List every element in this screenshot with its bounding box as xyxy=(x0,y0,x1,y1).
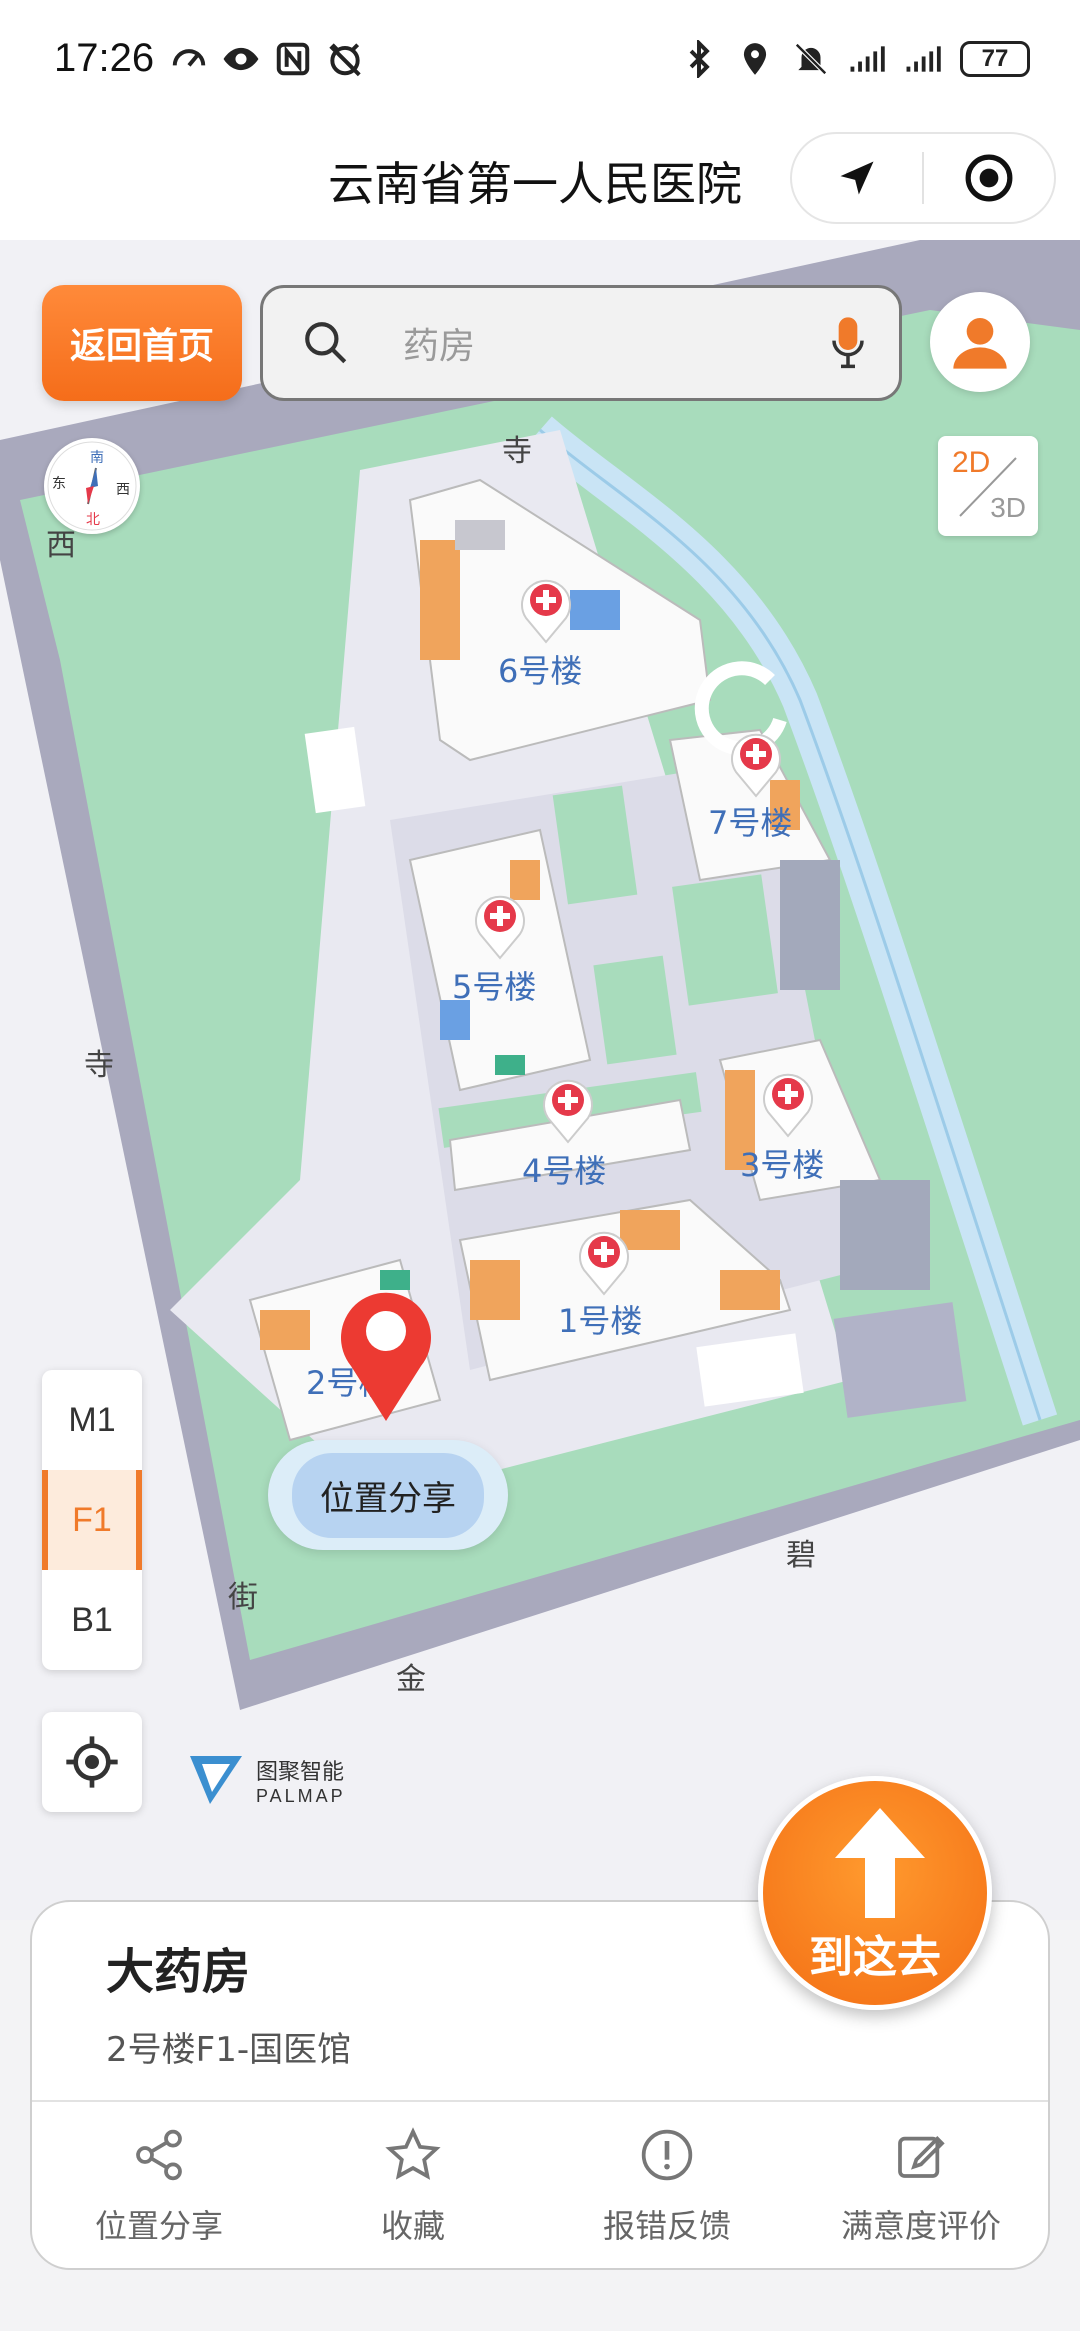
status-bar: 17:26 77 xyxy=(0,0,1080,120)
floor-item-m1[interactable]: M1 xyxy=(42,1370,142,1470)
navigate-button[interactable] xyxy=(792,134,922,222)
road-label: 街 xyxy=(228,1580,258,1615)
speedometer-icon xyxy=(172,49,206,67)
alarm-off-icon xyxy=(329,43,361,77)
title-bar: 云南省第一人民医院 xyxy=(0,120,1080,240)
compass-e: 西 xyxy=(116,482,130,498)
signal-icon xyxy=(850,46,885,72)
my-location-button[interactable] xyxy=(42,1712,142,1812)
signal-icon-2 xyxy=(906,46,941,72)
location-share-bubble[interactable]: 位置分享 xyxy=(268,1440,508,1550)
poi-subtitle: 2号楼F1-国医馆 xyxy=(106,2030,352,2070)
eye-icon xyxy=(223,47,259,71)
up-arrow-icon xyxy=(835,1808,925,1918)
battery-indicator: 77 xyxy=(960,41,1030,77)
building-label-7[interactable]: 7号楼 xyxy=(708,798,792,844)
road-label: 碧 xyxy=(786,1538,816,1573)
bluetooth-icon xyxy=(689,40,710,78)
satisfaction-rating-label: 满意度评价 xyxy=(840,2207,1001,2245)
palmap-logo: 图聚智能 PALMAP xyxy=(186,1752,346,1808)
microphone-icon[interactable] xyxy=(831,315,865,371)
road-label: 寺 xyxy=(84,1048,114,1083)
compass-w: 东 xyxy=(52,476,66,492)
building-label-6[interactable]: 6号楼 xyxy=(498,646,582,692)
page-title: 云南省第一人民医院 xyxy=(328,157,742,211)
favorite-label: 收藏 xyxy=(380,2207,445,2245)
building-label-3[interactable]: 3号楼 xyxy=(740,1140,824,1186)
crosshair-icon xyxy=(66,1736,118,1788)
floor-selector: M1 F1 B1 xyxy=(42,1370,142,1670)
search-icon xyxy=(305,322,347,364)
satisfaction-rating-action[interactable]: 满意度评价 xyxy=(794,2102,1048,2268)
mute-bell-icon xyxy=(795,43,827,75)
mini-program-capsule xyxy=(790,132,1056,224)
edit-icon xyxy=(898,2136,945,2178)
go-there-label: 到这去 xyxy=(809,1932,941,1983)
user-icon xyxy=(953,318,1007,369)
compass-s: 北 xyxy=(86,512,100,528)
nfc-icon xyxy=(276,42,310,76)
palmap-logo-icon xyxy=(190,1756,242,1804)
status-icons-right: 77 xyxy=(680,40,1030,78)
brand-cn: 图聚智能 xyxy=(256,1759,345,1785)
compass-icon: 南 北 西 东 xyxy=(47,441,137,531)
back-home-button[interactable]: 返回首页 xyxy=(42,285,242,401)
close-mini-program-button[interactable] xyxy=(924,134,1054,222)
go-there-button[interactable]: 到这去 xyxy=(758,1776,992,2010)
location-icon xyxy=(743,43,767,75)
road-label: 金 xyxy=(396,1662,426,1697)
hospital-pin-icon[interactable] xyxy=(518,574,574,644)
poi-actions: 位置分享 收藏 报错反馈 满意度评价 xyxy=(32,2100,1048,2268)
share-icon xyxy=(136,2129,182,2181)
building-label-1[interactable]: 1号楼 xyxy=(558,1296,642,1342)
user-avatar-button[interactable] xyxy=(930,292,1030,392)
floor-item-f1[interactable]: F1 xyxy=(42,1470,142,1570)
location-share-bubble-label: 位置分享 xyxy=(292,1452,484,1538)
search-placeholder: 药房 xyxy=(403,326,476,367)
building-label-4[interactable]: 4号楼 xyxy=(522,1146,606,1192)
navigation-arrow-icon xyxy=(840,161,874,195)
compass-n: 南 xyxy=(90,450,104,466)
status-icons-left xyxy=(170,40,364,78)
selected-location-pin-icon[interactable] xyxy=(336,1286,436,1426)
floor-item-b1[interactable]: B1 xyxy=(42,1570,142,1670)
hospital-pin-icon[interactable] xyxy=(472,890,528,960)
report-error-label: 报错反馈 xyxy=(602,2207,731,2245)
road-label: 寺 xyxy=(502,434,532,469)
brand-en: PALMAP xyxy=(256,1785,346,1806)
hospital-pin-icon[interactable] xyxy=(728,728,784,798)
share-location-action[interactable]: 位置分享 xyxy=(32,2102,286,2268)
building-label-5[interactable]: 5号楼 xyxy=(452,962,536,1008)
poi-title: 大药房 xyxy=(106,1944,251,2000)
hospital-pin-icon[interactable] xyxy=(760,1068,816,1138)
hospital-pin-icon[interactable] xyxy=(540,1074,596,1144)
search-input[interactable]: 药房 xyxy=(260,285,902,401)
report-error-action[interactable]: 报错反馈 xyxy=(540,2102,794,2268)
view-mode-toggle[interactable]: 2D 3D xyxy=(938,436,1038,536)
status-time: 17:26 xyxy=(54,36,155,80)
favorite-action[interactable]: 收藏 xyxy=(286,2102,540,2268)
star-icon xyxy=(385,2127,441,2180)
alert-circle-icon xyxy=(641,2129,693,2181)
hospital-pin-icon[interactable] xyxy=(576,1226,632,1296)
compass[interactable]: 南 北 西 东 xyxy=(44,438,140,534)
share-location-label: 位置分享 xyxy=(94,2207,223,2245)
toggle-3d-label: 3D xyxy=(990,492,1026,523)
target-circle-icon xyxy=(965,154,1013,202)
